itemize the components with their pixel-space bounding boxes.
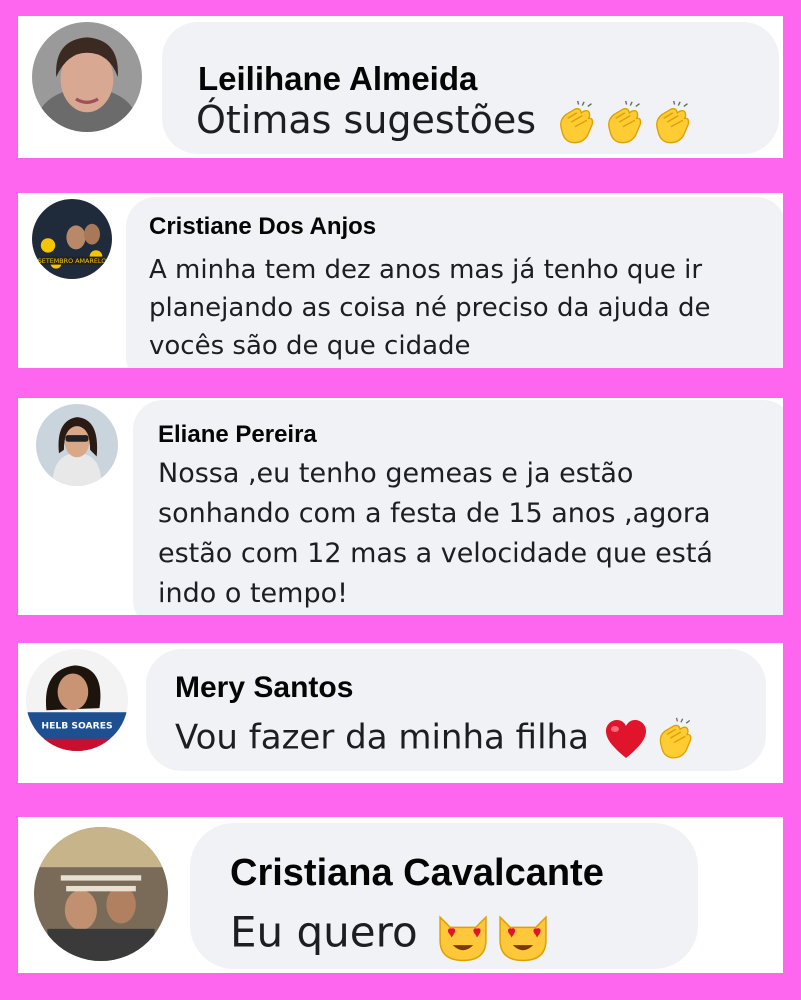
comment-line: sonhando com a festa de 15 anos ,agora	[158, 498, 711, 529]
heart-eyes-cat-icon	[439, 916, 487, 962]
comment-line: Vou fazer da minha filha	[175, 717, 589, 758]
comment-card: HELB SOARES Mery Santos Vou fazer da min…	[18, 643, 783, 783]
comment-line: Ótimas sugestões	[196, 98, 537, 142]
avatar[interactable]	[34, 827, 168, 961]
comment-card: Cristiana Cavalcante Eu quero	[18, 817, 783, 973]
clapping-hands-icon	[560, 99, 594, 143]
commenter-name[interactable]: Leilihane Almeida	[198, 60, 477, 98]
comment-text: A minha tem dez anos mas já tenho que ir…	[149, 251, 711, 365]
comment-line: Nossa ,eu tenho gemeas e ja estão	[158, 458, 634, 489]
avatar[interactable]	[32, 22, 142, 132]
comment-line: planejando as coisa né preciso da ajuda …	[149, 293, 711, 323]
comment-card: Leilihane Almeida Ótimas sugestões	[18, 16, 783, 158]
comment-text: Ótimas sugestões	[196, 98, 692, 146]
avatar[interactable]: SETEMBRO AMARELO	[32, 199, 112, 279]
commenter-name[interactable]: Mery Santos	[175, 671, 353, 705]
commenter-name[interactable]: Cristiana Cavalcante	[230, 852, 604, 895]
avatar[interactable]: HELB SOARES	[26, 649, 128, 751]
comment-line: A minha tem dez anos mas já tenho que ir	[149, 255, 703, 285]
comment-line: estão com 12 mas a velocidade que está	[158, 538, 713, 569]
comment-text: Eu quero	[230, 907, 551, 963]
comment-card: Eliane Pereira Nossa ,eu tenho gemeas e …	[18, 398, 783, 615]
clapping-hands-icon	[656, 99, 690, 143]
heart-eyes-cat-icon	[499, 916, 547, 962]
red-heart-icon	[605, 720, 646, 758]
avatar[interactable]	[36, 404, 118, 486]
commenter-name[interactable]: Cristiane Dos Anjos	[149, 213, 376, 241]
comment-line: Eu quero	[230, 907, 418, 957]
commenter-name[interactable]: Eliane Pereira	[158, 421, 317, 449]
comment-line: indo o tempo!	[158, 578, 348, 609]
avatar-caption: HELB SOARES	[41, 721, 112, 732]
clapping-hands-icon	[608, 99, 642, 143]
avatar-caption: SETEMBRO AMARELO	[38, 257, 107, 265]
comment-line: vocês são de que cidade	[149, 331, 471, 361]
comment-text: Nossa ,eu tenho gemeas e ja estão sonhan…	[158, 454, 713, 614]
comment-card: SETEMBRO AMARELO Cristiane Dos Anjos A m…	[18, 193, 783, 368]
comment-text: Vou fazer da minha filha	[175, 717, 694, 761]
clapping-hands-icon	[659, 717, 692, 759]
